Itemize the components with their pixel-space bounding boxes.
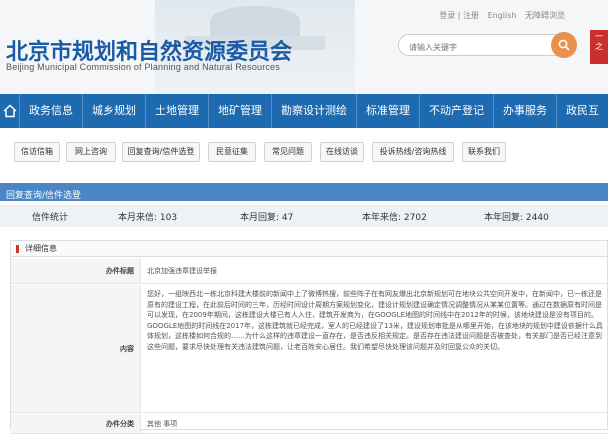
row-content: 内容 您好，一组映西北一栋北京科建大楼前的新闻中上了微博热搜，前些阵子在有网友爆… <box>11 285 608 413</box>
search-box <box>398 32 577 58</box>
subnav-contact[interactable]: 联系我们 <box>462 142 506 162</box>
section-title: 回复查询/信件选登 <box>6 191 82 201</box>
content-label: 内容 <box>11 285 141 412</box>
nav-item-mineral[interactable]: 地矿管理 <box>208 94 271 128</box>
site-subtitle: Beijing Municipal Commission of Planning… <box>6 62 281 72</box>
search-input[interactable] <box>409 37 549 58</box>
section-header: 回复查询/信件选登 <box>0 183 608 201</box>
subnav-faq[interactable]: 常见问题 <box>264 142 312 162</box>
top-link-accessibility[interactable]: 无障碍浏览 <box>525 11 565 20</box>
nav-item-real-estate[interactable]: 不动产登记 <box>419 94 493 128</box>
nav-item-standards[interactable]: 标准管理 <box>356 94 419 128</box>
top-link-english[interactable]: English <box>488 11 517 20</box>
content-value: 您好，一组映西北一栋北京科建大楼前的新闻中上了微博热搜，前些阵子在有网友爆出北京… <box>147 290 603 351</box>
detail-heading: 详细信息 <box>11 241 607 257</box>
nav-item-interaction[interactable]: 政民互 <box>556 94 608 128</box>
subnav-online-consult[interactable]: 网上咨询 <box>66 142 116 162</box>
letter-stats: 信件统计 本月来信: 103 本月回复: 47 本年来信: 2702 本年回复:… <box>0 205 608 227</box>
main-nav: 政务信息 城乡规划 土地管理 地矿管理 勘察设计测绘 标准管理 不动产登记 办事… <box>0 94 608 128</box>
stats-label: 信件统计 <box>32 213 69 223</box>
subnav-reply-query[interactable]: 回复查询/信件选登 <box>122 142 200 162</box>
stats-month-received: 本月来信: 103 <box>118 213 178 223</box>
subnav-opinion[interactable]: 民意征集 <box>208 142 256 162</box>
seal-logo: 一 之 <box>590 30 608 64</box>
nav-item-urban-planning[interactable]: 城乡规划 <box>82 94 145 128</box>
sub-nav: 信访信箱 网上咨询 回复查询/信件选登 民意征集 常见问题 在线访谈 投诉热线/… <box>0 142 608 164</box>
row-category: 办件分类 其他 事项 <box>11 414 608 434</box>
category-value: 其他 事项 <box>147 420 178 428</box>
nav-item-survey[interactable]: 勘察设计测绘 <box>271 94 356 128</box>
top-links: 登录 | 注册 English 无障碍浏览 <box>436 10 568 21</box>
search-icon <box>558 39 570 51</box>
search-button[interactable] <box>551 32 577 58</box>
stats-year-replied: 本年回复: 2440 <box>484 213 549 223</box>
category-label: 办件分类 <box>11 414 141 433</box>
site-header: 北京市规划和自然资源委员会 Beijing Municipal Commissi… <box>0 0 608 94</box>
subnav-interview[interactable]: 在线访谈 <box>320 142 364 162</box>
nav-item-services[interactable]: 办事服务 <box>493 94 556 128</box>
nav-item-land[interactable]: 土地管理 <box>145 94 208 128</box>
detail-panel: 详细信息 办件标题 北京加强违章建设举报 内容 您好，一组映西北一栋北京科建大楼… <box>10 240 608 434</box>
title-label: 办件标题 <box>11 258 141 283</box>
home-icon[interactable] <box>0 94 19 128</box>
stats-month-replied: 本月回复: 47 <box>240 213 294 223</box>
stats-year-received: 本年来信: 2702 <box>362 213 427 223</box>
top-link-login[interactable]: 登录 | 注册 <box>439 11 479 20</box>
title-value: 北京加强违章建设举报 <box>147 267 217 275</box>
nav-item-gov-info[interactable]: 政务信息 <box>19 94 82 128</box>
subnav-letter-box[interactable]: 信访信箱 <box>14 142 60 162</box>
row-title: 办件标题 北京加强违章建设举报 <box>11 258 608 284</box>
subnav-hotline[interactable]: 投诉热线/咨询热线 <box>372 142 454 162</box>
